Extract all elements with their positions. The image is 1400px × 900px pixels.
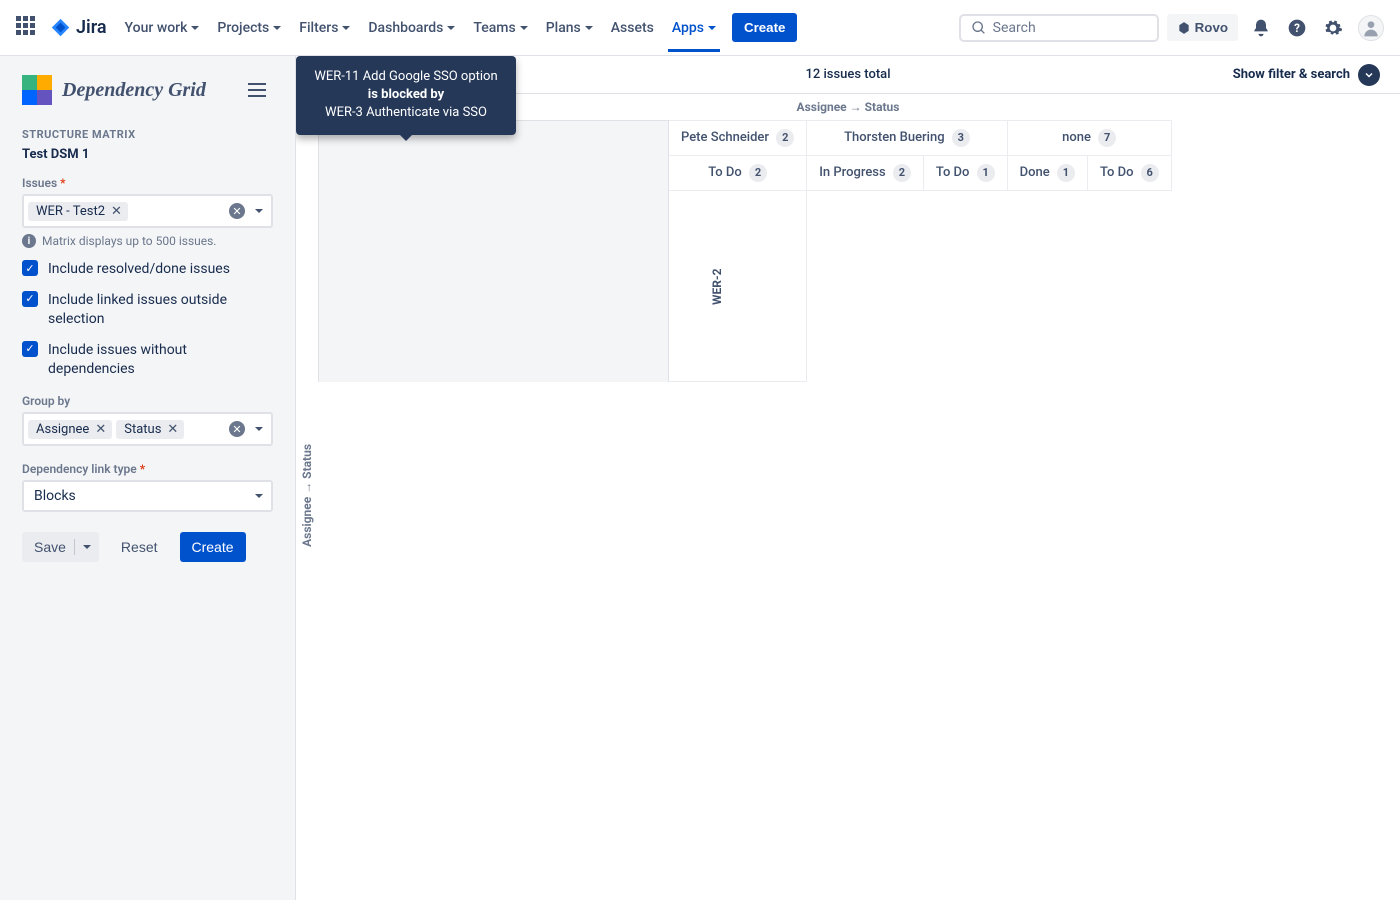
rovo-icon [1177,21,1191,35]
jira-icon [50,17,72,39]
chevron-down-icon[interactable] [255,494,263,502]
clear-icon[interactable]: ✕ [229,203,245,219]
summary-bar: 12 issues total Show filter & search [296,56,1400,94]
axis-rows-label: Assignee → Status [296,444,318,547]
save-button[interactable]: Save [22,532,99,562]
app-logo [22,75,52,105]
issues-label: Issues * [22,176,273,190]
chip-remove-icon[interactable]: ✕ [93,422,108,437]
help-icon[interactable]: ? [1286,17,1308,39]
chevron-down-icon [273,26,281,34]
matrix[interactable]: Pete Schneider 2Thorsten Buering 3none 7… [318,120,1400,870]
col-group-status[interactable]: To Do 1 [923,156,1007,191]
issues-total: 12 issues total [805,67,890,82]
nav-item-apps[interactable]: Apps [672,4,716,52]
rovo-label: Rovo [1195,20,1228,35]
issues-chip[interactable]: WER - Test2 ✕ [28,202,128,221]
reset-button[interactable]: Reset [109,532,170,562]
linktype-label: Dependency link type * [22,462,273,476]
checkbox[interactable]: ✓ [22,260,38,276]
col-issue[interactable]: WER-2 <img t…</div><div class="vicon"><s… [669,191,807,382]
filter-toggle[interactable]: Show filter & search [1233,64,1380,86]
chevron-down-icon [708,26,716,34]
rovo-button[interactable]: Rovo [1167,14,1238,41]
col-group-status[interactable]: In Progress 2 [807,156,924,191]
issues-filter-input[interactable]: WER - Test2 ✕ ✕ [22,194,273,228]
app-title: Dependency Grid [62,79,206,102]
chip-remove-icon[interactable]: ✕ [165,422,180,437]
checkbox-label: Include issues without dependencies [48,341,273,379]
col-group-assignee[interactable]: Thorsten Buering 3 [807,121,1007,156]
chevron-down-icon [1358,64,1380,86]
chevron-down-icon [585,26,593,34]
content: 12 issues total Show filter & search Ass… [296,56,1400,900]
chip-label: Status [124,422,161,437]
info-icon: i [22,234,36,248]
nav-item-projects[interactable]: Projects [217,4,281,52]
sidebar-menu-icon[interactable] [241,74,273,106]
create-issue-button[interactable]: Create [732,13,798,42]
filter-toggle-label: Show filter & search [1233,67,1350,82]
chip-remove-icon[interactable]: ✕ [109,204,124,219]
linktype-select[interactable]: Blocks [22,480,273,512]
col-group-assignee[interactable]: none 7 [1007,121,1171,156]
chevron-down-icon [520,26,528,34]
settings-icon[interactable] [1322,17,1344,39]
chevron-down-icon[interactable] [255,209,263,217]
col-group-status[interactable]: Done 1 [1007,156,1087,191]
search-placeholder: Search [993,20,1036,36]
nav-right-icons: ? [1250,15,1384,41]
chevron-down-icon [191,26,199,34]
structure-matrix-heading: STRUCTURE MATRIX [22,128,273,141]
axis-columns-label: Assignee → Status [296,94,1400,120]
col-group-status[interactable]: To Do 6 [1087,156,1171,191]
user-avatar[interactable] [1358,15,1384,41]
chevron-down-icon[interactable] [83,545,91,553]
nav-items: Your work Projects Filters Dashboards Teams P… [125,4,716,52]
checkbox[interactable]: ✓ [22,341,38,357]
dsm-name: Test DSM 1 [22,147,273,162]
checkbox-label: Include linked issues outside selection [48,291,273,329]
chevron-down-icon [342,26,350,34]
top-nav: Jira Your work Projects Filters Dashboards T… [0,0,1400,56]
groupby-chip[interactable]: Assignee ✕ [28,420,112,439]
col-group-status[interactable]: To Do 2 [669,156,807,191]
chevron-down-icon [447,26,455,34]
issues-note: iMatrix displays up to 500 issues. [22,234,273,248]
nav-item-assets[interactable]: Assets [611,4,654,52]
checkbox[interactable]: ✓ [22,291,38,307]
nav-item-teams[interactable]: Teams [473,4,527,52]
app-switcher-icon[interactable] [16,16,40,40]
search-icon [971,20,987,36]
col-group-assignee[interactable]: Pete Schneider 2 [669,121,807,156]
svg-text:?: ? [1294,21,1300,35]
checkbox-label: Include resolved/done issues [48,260,230,279]
create-matrix-button[interactable]: Create [180,532,246,562]
notifications-icon[interactable] [1250,17,1272,39]
nav-item-your-work[interactable]: Your work [125,4,200,52]
groupby-chip[interactable]: Status ✕ [116,420,184,439]
nav-item-filters[interactable]: Filters [299,4,350,52]
chevron-down-icon[interactable] [255,427,263,435]
linktype-value: Blocks [34,488,76,504]
global-search[interactable]: Search [959,14,1159,42]
chip-label: Assignee [36,422,89,437]
chip-label: WER - Test2 [36,204,105,219]
nav-item-plans[interactable]: Plans [546,4,593,52]
clear-icon[interactable]: ✕ [229,421,245,437]
groupby-label: Group by [22,394,273,408]
groupby-input[interactable]: Assignee ✕ Status ✕ ✕ [22,412,273,446]
nav-item-dashboards[interactable]: Dashboards [368,4,455,52]
jira-logo-text: Jira [76,17,107,38]
sidebar: Dependency Grid STRUCTURE MATRIX Test DS… [0,56,296,900]
jira-logo[interactable]: Jira [50,17,107,39]
